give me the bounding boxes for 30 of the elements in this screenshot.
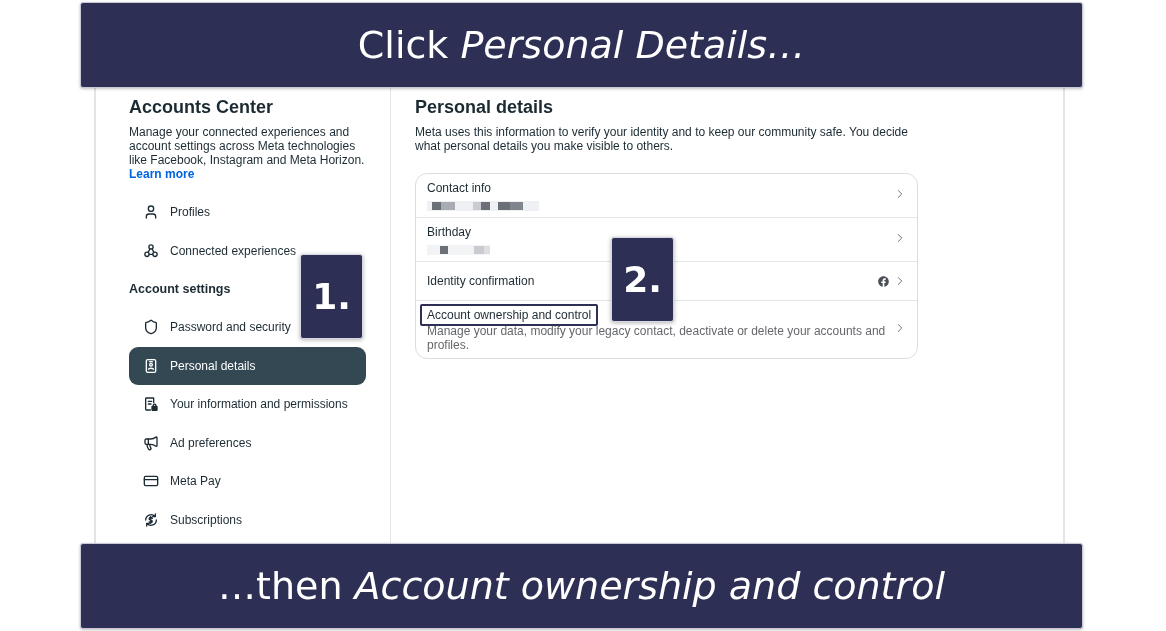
row-title[interactable]: Contact info <box>420 177 499 199</box>
sidebar-item[interactable]: Profiles <box>129 193 366 232</box>
step-badge: 1. <box>300 254 363 339</box>
document-lock-icon <box>143 396 159 413</box>
sidebar-item[interactable]: Your information and permissions <box>129 385 366 424</box>
sidebar-item[interactable]: Personal details <box>129 346 366 385</box>
learn-more-link[interactable]: Learn more <box>129 167 195 181</box>
row-description: Manage your data, modify your legacy contact, deactivate or delete your accounts and profiles. <box>427 324 887 352</box>
description-text: Manage your connected experiences and account settings across Meta technologies like Facebook, Instagram and Meta Horizon. <box>129 125 366 167</box>
connected-circles-icon <box>143 242 159 259</box>
megaphone-icon <box>143 434 159 451</box>
pixelated-redaction <box>427 245 490 255</box>
row-title[interactable]: Identity confirmation <box>420 270 542 292</box>
section-title: Personal details <box>415 96 554 118</box>
description-text: Meta uses this information to verify your identity and to keep our community safe. You decide what personal details you make visible to others. <box>415 125 909 153</box>
step-badge: 2. <box>611 237 674 322</box>
section-heading: Account settings <box>129 281 231 298</box>
person-icon <box>143 204 159 221</box>
shield-icon <box>143 319 159 336</box>
caption-banner: Click Personal Details… <box>80 2 1083 88</box>
id-card-icon <box>143 357 159 374</box>
row-title[interactable]: Account ownership and control <box>420 304 599 326</box>
facebook-icon <box>878 275 889 287</box>
sidebar-item[interactable]: Ad preferences <box>129 423 366 462</box>
sidebar-item[interactable]: Meta Pay <box>129 462 366 501</box>
page-title: Accounts Center <box>129 96 274 118</box>
caption-banner: …then Account ownership and control <box>80 543 1083 629</box>
row-title[interactable]: Birthday <box>420 221 479 243</box>
sidebar-item[interactable]: Subscriptions <box>129 500 366 539</box>
dollar-cycle-icon <box>143 511 159 528</box>
